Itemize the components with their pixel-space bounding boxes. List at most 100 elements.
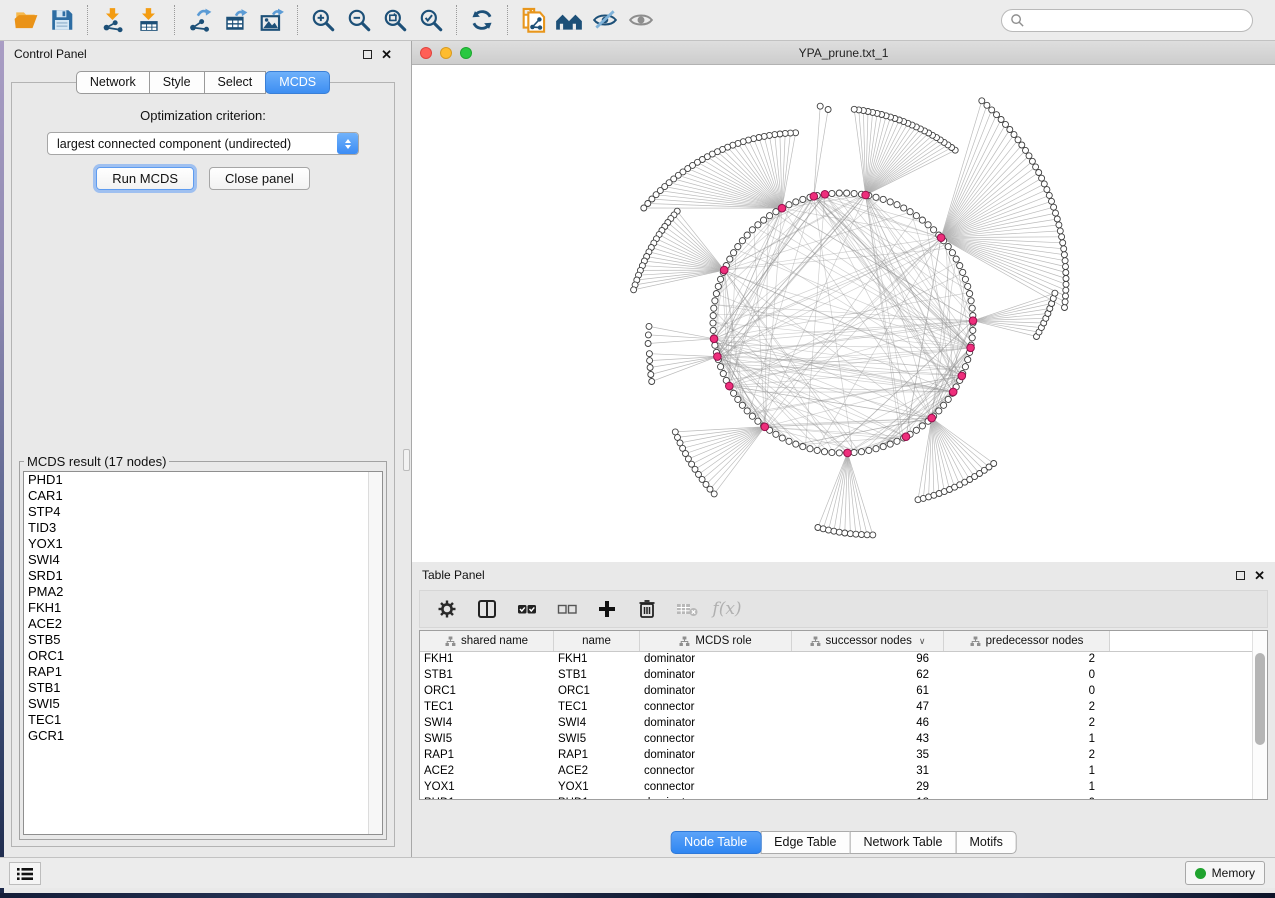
- ring-node[interactable]: [786, 438, 792, 444]
- add-column-icon[interactable]: [592, 594, 622, 624]
- ring-node[interactable]: [836, 450, 842, 456]
- satellite-node[interactable]: [979, 98, 985, 104]
- ring-node[interactable]: [829, 190, 835, 196]
- export-network-icon[interactable]: [182, 3, 218, 37]
- delete-table-icon[interactable]: [672, 594, 702, 624]
- ring-node[interactable]: [793, 441, 799, 447]
- tab-edge-table[interactable]: Edge Table: [760, 831, 850, 854]
- mcds-result-item[interactable]: RAP1: [24, 664, 382, 680]
- select-all-icon[interactable]: [512, 594, 542, 624]
- mcds-hub-node[interactable]: [967, 344, 975, 352]
- ring-node[interactable]: [880, 444, 886, 450]
- ring-node[interactable]: [727, 256, 733, 262]
- ring-node[interactable]: [945, 396, 951, 402]
- table-row[interactable]: PHD1PHD1dominator180: [420, 796, 1267, 800]
- ring-node[interactable]: [718, 364, 724, 370]
- ring-node[interactable]: [710, 313, 716, 319]
- duplicate-network-icon[interactable]: [515, 3, 551, 37]
- table-scrollbar[interactable]: [1252, 631, 1267, 799]
- satellite-node[interactable]: [994, 112, 1000, 118]
- mcds-result-item[interactable]: PHD1: [24, 472, 382, 488]
- satellite-node[interactable]: [1057, 228, 1063, 234]
- ring-node[interactable]: [949, 250, 955, 256]
- satellite-node[interactable]: [998, 117, 1004, 123]
- ring-node[interactable]: [851, 190, 857, 196]
- status-menu-button[interactable]: [9, 862, 41, 885]
- table-row[interactable]: STB1STB1dominator620: [420, 668, 1267, 684]
- close-panel-button[interactable]: Close panel: [209, 167, 310, 190]
- satellite-node[interactable]: [648, 372, 654, 378]
- ring-node[interactable]: [836, 190, 842, 196]
- ring-node[interactable]: [739, 402, 745, 408]
- ring-node[interactable]: [957, 263, 963, 269]
- satellite-node[interactable]: [1015, 137, 1021, 143]
- mcds-hub-node[interactable]: [958, 372, 966, 380]
- ring-node[interactable]: [962, 364, 968, 370]
- tab-mcds[interactable]: MCDS: [265, 71, 330, 94]
- ring-node[interactable]: [718, 276, 724, 282]
- tab-style[interactable]: Style: [149, 71, 205, 94]
- satellite-node[interactable]: [645, 341, 651, 347]
- ring-node[interactable]: [829, 449, 835, 455]
- mcds-result-item[interactable]: STB5: [24, 632, 382, 648]
- satellite-node[interactable]: [1063, 270, 1069, 276]
- ring-node[interactable]: [761, 217, 767, 223]
- satellite-node[interactable]: [711, 491, 717, 497]
- ring-node[interactable]: [894, 202, 900, 208]
- hide-selected-icon[interactable]: [587, 3, 623, 37]
- split-view-icon[interactable]: [472, 594, 502, 624]
- satellite-node[interactable]: [647, 365, 653, 371]
- ring-node[interactable]: [941, 402, 947, 408]
- mcds-hub-node[interactable]: [937, 234, 945, 242]
- ring-node[interactable]: [767, 213, 773, 219]
- mcds-hub-node[interactable]: [710, 335, 718, 343]
- scrollbar-thumb[interactable]: [1255, 653, 1265, 745]
- ring-node[interactable]: [969, 305, 975, 311]
- mcds-hub-node[interactable]: [949, 388, 957, 396]
- satellite-node[interactable]: [1051, 204, 1057, 210]
- ring-node[interactable]: [907, 209, 913, 215]
- satellite-node[interactable]: [646, 323, 652, 329]
- ring-node[interactable]: [844, 190, 850, 196]
- mcds-result-item[interactable]: SWI5: [24, 696, 382, 712]
- mcds-result-item[interactable]: CAR1: [24, 488, 382, 504]
- ring-node[interactable]: [710, 320, 716, 326]
- close-panel-icon[interactable]: ✕: [1254, 571, 1265, 580]
- tab-motifs[interactable]: Motifs: [955, 831, 1016, 854]
- mcds-hub-node[interactable]: [969, 317, 977, 325]
- ring-node[interactable]: [735, 396, 741, 402]
- satellite-node[interactable]: [864, 532, 870, 538]
- mcds-result-item[interactable]: TID3: [24, 520, 382, 536]
- mcds-hub-node[interactable]: [821, 191, 829, 199]
- ring-node[interactable]: [821, 449, 827, 455]
- satellite-node[interactable]: [870, 532, 876, 538]
- satellite-node[interactable]: [1062, 258, 1068, 264]
- satellite-node[interactable]: [853, 531, 859, 537]
- mcds-hub-node[interactable]: [844, 449, 852, 457]
- satellite-node[interactable]: [646, 351, 652, 357]
- satellite-node[interactable]: [817, 103, 823, 109]
- ring-node[interactable]: [800, 444, 806, 450]
- ring-node[interactable]: [755, 222, 761, 228]
- ring-node[interactable]: [712, 298, 718, 304]
- mcds-hub-node[interactable]: [862, 191, 870, 199]
- satellite-node[interactable]: [647, 358, 653, 364]
- criterion-dropdown[interactable]: largest connected component (undirected): [47, 132, 359, 155]
- ring-node[interactable]: [969, 335, 975, 341]
- mcds-result-item[interactable]: STB1: [24, 680, 382, 696]
- ring-node[interactable]: [786, 202, 792, 208]
- column-header-successor-nodes[interactable]: successor nodes∨: [792, 631, 944, 651]
- export-table-icon[interactable]: [218, 3, 254, 37]
- ring-node[interactable]: [936, 408, 942, 414]
- function-builder-icon[interactable]: f(x): [712, 594, 742, 624]
- ring-node[interactable]: [739, 238, 745, 244]
- import-network-icon[interactable]: [95, 3, 131, 37]
- open-file-icon[interactable]: [8, 3, 44, 37]
- run-mcds-button[interactable]: Run MCDS: [96, 167, 194, 190]
- satellite-node[interactable]: [1049, 198, 1055, 204]
- satellite-node[interactable]: [1063, 287, 1069, 293]
- mcds-result-item[interactable]: PMA2: [24, 584, 382, 600]
- mcds-result-item[interactable]: GCR1: [24, 728, 382, 744]
- satellite-node[interactable]: [1029, 158, 1035, 164]
- mcds-result-item[interactable]: TEC1: [24, 712, 382, 728]
